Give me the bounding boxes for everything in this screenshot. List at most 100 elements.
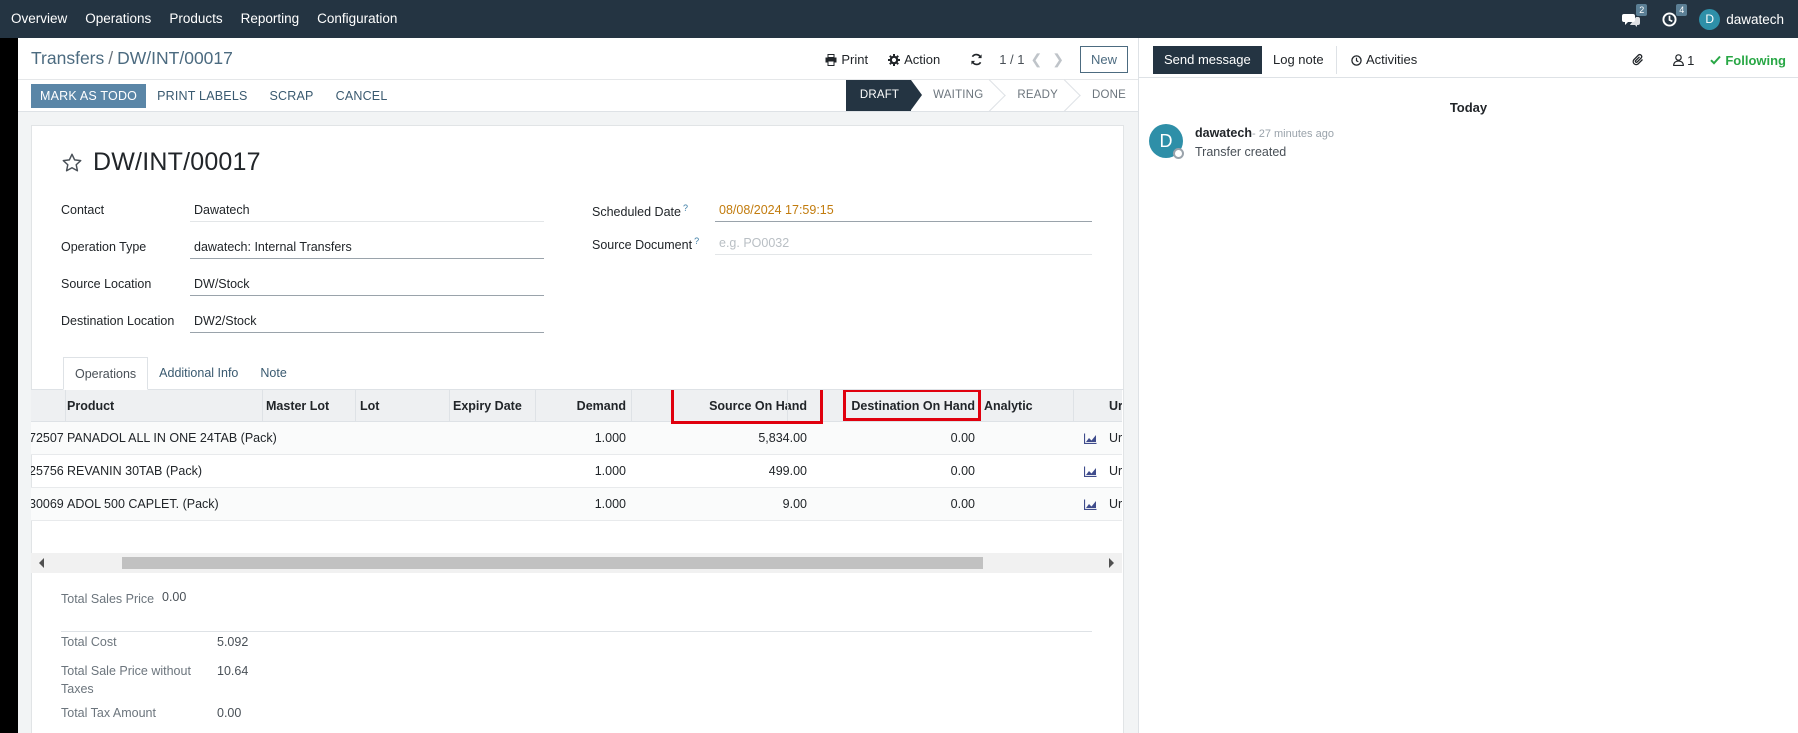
tab-operations[interactable]: Operations [63, 357, 149, 390]
log-note-button[interactable]: Log note [1261, 46, 1337, 74]
activities-button[interactable]: 4 [1662, 3, 1688, 27]
row-destination-on-hand: 0.00 [950, 464, 975, 478]
help-tooltip-icon[interactable]: ? [683, 203, 688, 213]
print-label: Print [841, 52, 869, 67]
menu-overview[interactable]: Overview [2, 0, 76, 38]
table-row[interactable]: 72507 PANADOL ALL IN ONE 24TAB (Pack) 1.… [31, 422, 1122, 455]
row-source-on-hand: 499.00 [768, 464, 807, 478]
print-icon [825, 53, 837, 66]
action-label: Action [904, 52, 941, 67]
column-separator [535, 390, 536, 422]
message-timestamp: - 27 minutes ago [1252, 128, 1334, 140]
user-menu[interactable]: D dawatech [1699, 8, 1784, 30]
activities-label: Activities [1366, 52, 1418, 67]
activities-button[interactable]: Activities [1341, 46, 1427, 74]
following-button[interactable]: Following [1710, 53, 1786, 68]
new-button[interactable]: New [1079, 46, 1128, 73]
row-product: ADOL 500 CAPLET. (Pack) [67, 497, 219, 511]
breadcrumb-transfers[interactable]: Transfers [31, 48, 104, 68]
destination-location-label: Destination Location [61, 314, 175, 328]
action-button[interactable]: Action [888, 52, 940, 67]
status-draft[interactable]: DRAFT [845, 80, 923, 111]
col-unit[interactable]: Ur [1109, 390, 1122, 422]
check-icon [1710, 55, 1722, 65]
analytic-chart-icon[interactable] [1084, 433, 1097, 444]
analytic-chart-icon[interactable] [1084, 499, 1097, 510]
presence-icon [1173, 148, 1184, 159]
operation-type-field[interactable]: dawatech: Internal Transfers [190, 237, 544, 259]
row-unit: Ur [1109, 497, 1122, 511]
menu-products[interactable]: Products [160, 0, 231, 38]
col-master-lot[interactable]: Master Lot [266, 390, 329, 422]
tab-note[interactable]: Note [249, 357, 297, 390]
source-location-label: Source Location [61, 277, 152, 291]
row-product: PANADOL ALL IN ONE 24TAB (Pack) [67, 431, 277, 445]
cancel-button[interactable]: CANCEL [325, 84, 399, 108]
horizontal-scrollbar[interactable] [31, 553, 1122, 573]
messages-button[interactable]: 2 [1622, 3, 1648, 27]
print-button[interactable]: Print [825, 52, 868, 67]
help-tooltip-icon[interactable]: ? [694, 236, 699, 246]
col-lot[interactable]: Lot [360, 390, 379, 422]
total-sale-price-without-taxes-value: 10.64 [217, 664, 249, 678]
scroll-left-icon[interactable] [39, 558, 44, 568]
row-code: 72507 [31, 431, 64, 445]
scheduled-date-field[interactable]: 08/08/2024 17:59:15 [715, 200, 1092, 222]
message-author[interactable]: dawatech [1195, 126, 1252, 140]
star-icon[interactable] [61, 152, 83, 174]
paperclip-icon[interactable] [1632, 53, 1645, 67]
row-code: 25756 [31, 464, 64, 478]
col-analytic[interactable]: Analytic [984, 390, 1033, 422]
operation-type-label: Operation Type [61, 240, 147, 254]
row-destination-on-hand: 0.00 [950, 431, 975, 445]
analytic-chart-icon[interactable] [1084, 466, 1097, 477]
avatar: D [1699, 8, 1721, 30]
gear-icon [888, 53, 901, 66]
col-expiry-date[interactable]: Expiry Date [453, 390, 522, 422]
source-location-field[interactable]: DW/Stock [190, 274, 544, 296]
clock-icon [1351, 54, 1362, 66]
table-row[interactable]: 25756 REVANIN 30TAB (Pack) 1.000 499.00 … [31, 455, 1122, 488]
mark-as-todo-button[interactable]: MARK AS TODO [31, 84, 147, 108]
col-demand[interactable]: Demand [540, 390, 626, 422]
tab-additional-info[interactable]: Additional Info [148, 357, 249, 390]
menu-reporting[interactable]: Reporting [232, 0, 309, 38]
followers-button[interactable]: 1 [1673, 53, 1694, 68]
total-tax-amount-label: Total Tax Amount [61, 706, 156, 720]
refresh-icon[interactable] [970, 53, 983, 66]
row-unit: Ur [1109, 431, 1122, 445]
send-message-button[interactable]: Send message [1153, 46, 1262, 74]
row-destination-on-hand: 0.00 [950, 497, 975, 511]
breadcrumb-separator: / [108, 48, 114, 68]
column-separator [449, 390, 450, 422]
print-labels-button[interactable]: PRINT LABELS [146, 84, 258, 108]
user-name: dawatech [1726, 11, 1784, 27]
pager-prev-icon[interactable]: ❮ [1031, 51, 1043, 68]
source-document-label-text: Source Document [592, 238, 693, 253]
col-product[interactable]: Product [67, 390, 114, 422]
scrollbar-thumb[interactable] [122, 557, 983, 569]
column-separator [262, 390, 263, 422]
column-separator [355, 390, 356, 422]
user-icon [1673, 54, 1685, 66]
message-avatar[interactable]: D [1149, 124, 1184, 159]
scroll-right-icon[interactable] [1109, 558, 1114, 568]
table-row[interactable]: 30069 ADOL 500 CAPLET. (Pack) 1.000 9.00… [31, 488, 1122, 521]
highlight-source-on-hand [671, 390, 823, 424]
scrap-button[interactable]: SCRAP [259, 84, 325, 108]
menu-configuration[interactable]: Configuration [308, 0, 406, 38]
column-separator [631, 390, 632, 422]
pager-value[interactable]: 1 / 1 [999, 52, 1024, 67]
status-waiting[interactable]: WAITING [911, 80, 995, 111]
contact-field[interactable]: Dawatech [190, 200, 544, 222]
row-demand: 1.000 [594, 464, 626, 478]
pager-next-icon[interactable]: ❯ [1052, 51, 1064, 68]
menu-operations[interactable]: Operations [76, 0, 160, 38]
control-panel: Transfers / DW/INT/00017 Print Action 1 / … [18, 38, 1138, 112]
breadcrumb-current: DW/INT/00017 [117, 48, 233, 68]
status-ready[interactable]: READY [995, 80, 1070, 111]
source-document-field[interactable]: e.g. PO0032 [715, 233, 1092, 255]
total-cost-value: 5.092 [217, 635, 249, 649]
destination-location-field[interactable]: DW2/Stock [190, 311, 544, 333]
row-demand: 1.000 [594, 431, 626, 445]
